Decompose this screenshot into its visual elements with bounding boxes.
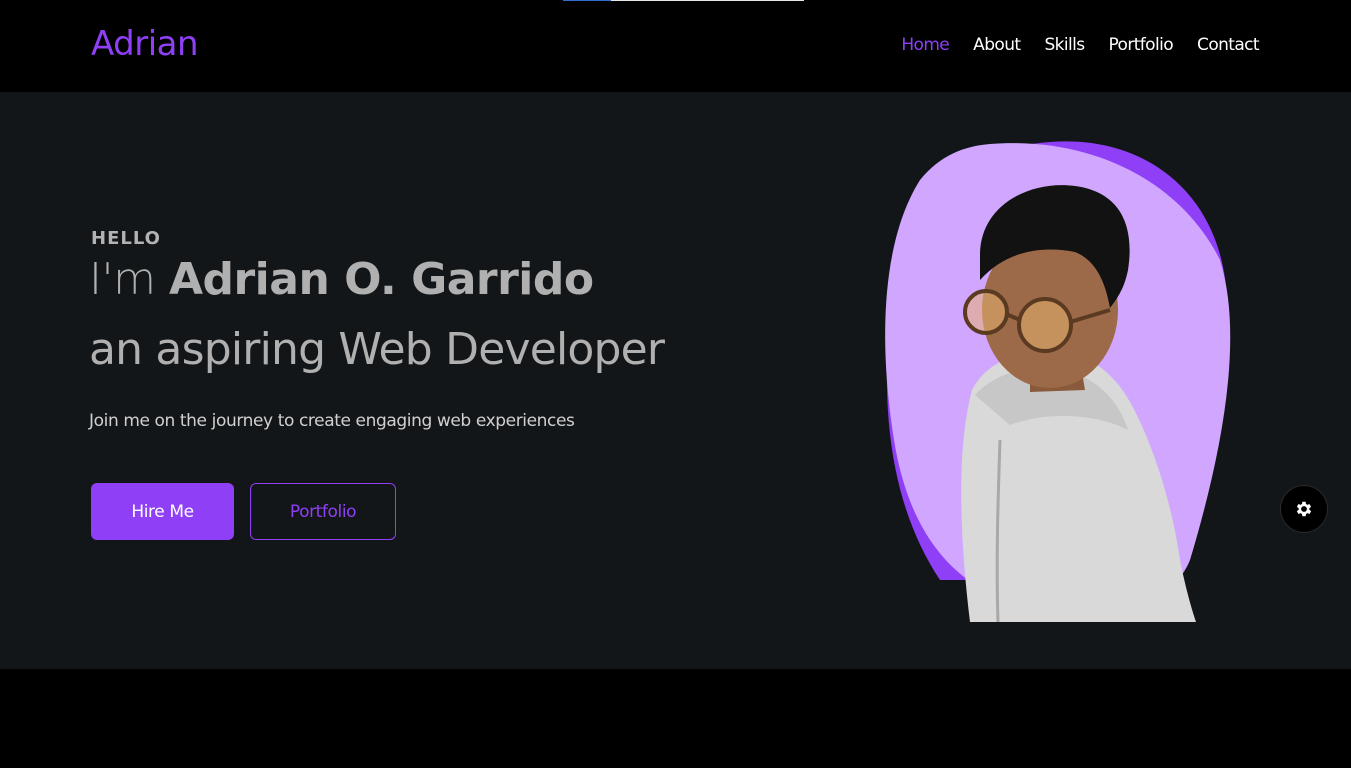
nav-item-about[interactable]: About [973,35,1021,55]
nav-menu: Home About Skills Portfolio Contact [901,35,1259,55]
page-load-progress-bar [563,0,804,1]
nav-item-contact[interactable]: Contact [1197,35,1260,55]
hero-name: Adrian O. Garrido [168,254,594,305]
settings-button[interactable] [1280,485,1328,533]
nav-item-portfolio[interactable]: Portfolio [1109,35,1174,55]
hire-me-button[interactable]: Hire Me [91,483,234,540]
nav-item-home[interactable]: Home [901,35,949,55]
portfolio-button[interactable]: Portfolio [250,483,396,540]
hero-headline: I'm Adrian O. Garrido [89,254,594,305]
nav-item-skills[interactable]: Skills [1044,35,1085,55]
hero-section: HELLO I'm Adrian O. Garrido an aspiring … [0,92,1351,669]
page-load-progress-fill [563,0,612,1]
portrait-glasses-left [963,289,1009,335]
gear-icon [1296,501,1312,517]
profile-portrait [885,141,1231,622]
hero-role: an aspiring Web Developer [89,324,665,375]
hero-intro-prefix: I'm [89,254,156,305]
brand-logo[interactable]: Adrian [91,24,199,64]
portrait-glasses-right [1017,297,1073,353]
hero-tagline: Join me on the journey to create engagin… [89,411,575,431]
hero-greeting: HELLO [91,228,161,249]
navbar: Adrian Home About Skills Portfolio Conta… [0,0,1351,92]
